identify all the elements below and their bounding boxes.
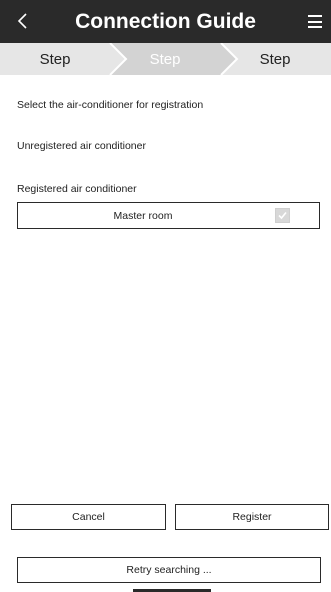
registered-checkbox[interactable]	[275, 208, 290, 223]
page-title: Connection Guide	[75, 10, 256, 33]
register-button[interactable]: Register	[175, 504, 329, 530]
registered-section-label: Registered air conditioner	[17, 183, 137, 195]
cancel-button[interactable]: Cancel	[11, 504, 166, 530]
step-progress-bar: Step Step Step	[0, 43, 331, 75]
hamburger-menu-icon[interactable]	[308, 15, 322, 28]
unregistered-section-label: Unregistered air conditioner	[17, 140, 146, 152]
app-header: Connection Guide	[0, 0, 331, 43]
step-2-label-active: Step	[149, 51, 181, 68]
step-3-label: Step	[259, 51, 291, 68]
retry-searching-button[interactable]: Retry searching ...	[17, 557, 321, 583]
ac-name-label: Master room	[113, 210, 173, 222]
registered-ac-item[interactable]: Master room	[17, 202, 320, 229]
back-chevron-icon[interactable]	[14, 11, 34, 31]
checkmark-icon	[278, 211, 287, 220]
step-1-label: Step	[39, 51, 71, 68]
instruction-text: Select the air-conditioner for registrat…	[17, 99, 204, 111]
